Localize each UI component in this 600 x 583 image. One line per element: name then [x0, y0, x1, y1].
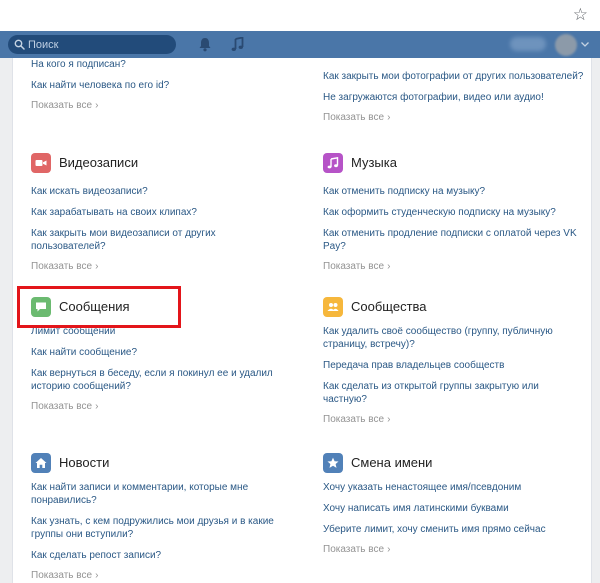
show-all-label: Показать все	[31, 401, 93, 412]
chevron-right-icon: ›	[95, 100, 99, 111]
chevron-right-icon: ›	[387, 261, 391, 272]
section-header[interactable]: Видеозаписи	[31, 153, 293, 175]
music-note-icon[interactable]	[231, 37, 244, 52]
section-title: Сообщества	[351, 299, 427, 314]
star-icon	[323, 453, 343, 473]
show-all-link[interactable]: Показать все ›	[31, 100, 293, 111]
section-title: Смена имени	[351, 455, 433, 470]
bell-icon[interactable]	[198, 37, 212, 52]
question-link[interactable]: Как искать видеозаписи?	[31, 185, 293, 198]
show-all-label: Показать все	[31, 261, 93, 272]
question-link[interactable]: На кого я подписан?	[31, 58, 293, 71]
show-all-link[interactable]: Показать все ›	[31, 570, 293, 581]
section-news: Новости Как найти записи и комментарии, …	[31, 453, 293, 581]
show-all-link[interactable]: Показать все ›	[323, 261, 585, 272]
show-all-label: Показать все	[31, 570, 93, 581]
section-title: Новости	[59, 455, 110, 470]
show-all-link[interactable]: Показать все ›	[323, 414, 585, 425]
show-all-label: Показать все	[323, 261, 385, 272]
chevron-down-icon[interactable]	[581, 42, 589, 47]
show-all-link[interactable]: Показать все ›	[31, 401, 293, 412]
show-all-label: Показать все	[323, 414, 385, 425]
search-input[interactable]	[28, 35, 168, 54]
section-name-change: Смена имени Хочу указать ненастоящее имя…	[323, 453, 585, 555]
section-header[interactable]: Музыка	[323, 153, 585, 175]
chevron-right-icon: ›	[95, 570, 99, 581]
section-header[interactable]: Сообщества	[323, 297, 585, 319]
section-header[interactable]: Смена имени	[323, 453, 585, 475]
section-music: Музыка Как отменить подписку на музыку? …	[323, 153, 585, 272]
star-outline-icon[interactable]: ☆	[573, 5, 588, 25]
question-link[interactable]: Хочу указать ненастоящее имя/псевдоним	[323, 481, 585, 494]
section-top-right: Как закрыть мои фотографии от других пол…	[323, 70, 585, 123]
question-link[interactable]: Не загружаются фотографии, видео или ауд…	[323, 91, 585, 104]
search-icon	[14, 39, 25, 50]
music-note-icon	[323, 153, 343, 173]
chevron-right-icon: ›	[387, 112, 391, 123]
section-header[interactable]: Новости	[31, 453, 293, 475]
video-camera-icon	[31, 153, 51, 173]
section-communities: Сообщества Как удалить своё сообщество (…	[323, 297, 585, 425]
browser-toolbar: ☆	[0, 0, 600, 32]
show-all-label: Показать все	[31, 100, 93, 111]
show-all-label: Показать все	[323, 544, 385, 555]
question-link[interactable]: Как вернуться в беседу, если я покинул е…	[31, 367, 293, 393]
home-icon	[31, 453, 51, 473]
question-link[interactable]: Как зарабатывать на своих клипах?	[31, 206, 293, 219]
question-link[interactable]: Уберите лимит, хочу сменить имя прямо се…	[323, 523, 585, 536]
question-link[interactable]: Как сделать из открытой группы закрытую …	[323, 380, 585, 406]
section-videos: Видеозаписи Как искать видеозаписи? Как …	[31, 153, 293, 272]
question-link[interactable]: Хочу написать имя латинскими буквами	[323, 502, 585, 515]
question-link[interactable]: Как узнать, с кем подружились мои друзья…	[31, 515, 293, 541]
question-link[interactable]: Как закрыть мои фотографии от других пол…	[323, 70, 585, 83]
question-link[interactable]: Как отменить подписку на музыку?	[323, 185, 585, 198]
question-link[interactable]: Как закрыть мои видеозаписи от других по…	[31, 227, 293, 253]
show-all-link[interactable]: Показать все ›	[323, 544, 585, 555]
section-title: Видеозаписи	[59, 155, 139, 170]
question-link[interactable]: Передача прав владельцев сообществ	[323, 359, 585, 372]
question-link[interactable]: Как найти человека по его id?	[31, 79, 293, 92]
search-box[interactable]	[8, 35, 176, 54]
highlight-box	[17, 286, 181, 328]
show-all-label: Показать все	[323, 112, 385, 123]
chevron-right-icon: ›	[95, 261, 99, 272]
section-title: Музыка	[351, 155, 397, 170]
question-link[interactable]: Как сделать репост записи?	[31, 549, 293, 562]
question-link[interactable]: Как удалить своё сообщество (группу, пуб…	[323, 325, 585, 351]
chevron-right-icon: ›	[387, 544, 391, 555]
section-top-left: На кого я подписан? Как найти человека п…	[31, 58, 293, 111]
avatar[interactable]	[555, 34, 577, 56]
user-name[interactable]	[510, 37, 546, 51]
show-all-link[interactable]: Показать все ›	[31, 261, 293, 272]
chevron-right-icon: ›	[95, 401, 99, 412]
question-link[interactable]: Как оформить студенческую подписку на му…	[323, 206, 585, 219]
show-all-link[interactable]: Показать все ›	[323, 112, 585, 123]
chevron-right-icon: ›	[387, 414, 391, 425]
question-link[interactable]: Как найти сообщение?	[31, 346, 293, 359]
top-navigation-bar	[0, 31, 600, 58]
people-icon	[323, 297, 343, 317]
question-link[interactable]: Как найти записи и комментарии, которые …	[31, 481, 293, 507]
question-link[interactable]: Как отменить продление подписки с оплато…	[323, 227, 585, 253]
